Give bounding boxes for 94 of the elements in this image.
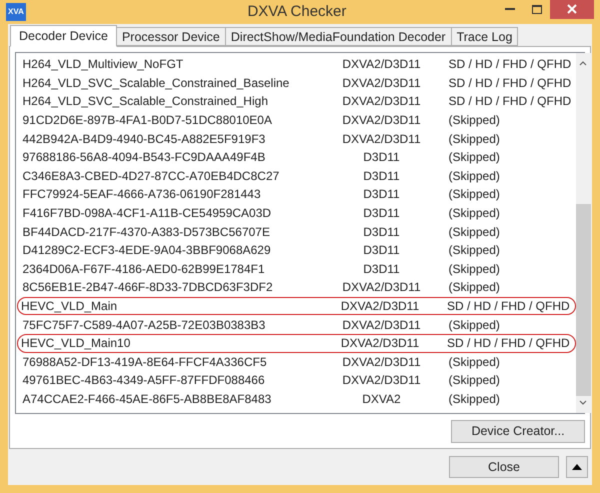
device-name: HEVC_VLD_Main10 — [21, 335, 132, 352]
api-cell-text: D3D11 — [362, 224, 401, 241]
list-row[interactable]: 75FC75F7-C589-4A07-A25B-72E03B0383B3 DXVA2/D3D11 (Skipped) — [17, 315, 576, 334]
list-row[interactable]: H264_VLD_Multiview_NoFGT DXVA2/D3D11 SD / HD / FHD / QFHD — [17, 55, 576, 74]
api-cell-text: DXVA2/D3D11 — [341, 56, 422, 74]
list-row[interactable]: A74CCAE2-F466-45AE-86F5-AB8BE8AF8483 DXVA2 (Skipped) — [17, 390, 576, 408]
resolution-cell-text: (Skipped) — [448, 168, 501, 185]
api-cell-text: DXVA2/D3D11 — [341, 130, 422, 148]
tab[interactable]: Processor Device — [116, 27, 226, 46]
list-row[interactable]: 8C56EB1E-2B47-466F-8D33-7DBCD63F3DF2 DXVA2/D3D11 (Skipped) — [17, 278, 576, 297]
resolution-cell-text: (Skipped) — [448, 242, 501, 260]
api-cell-text: D3D11 — [362, 186, 401, 204]
device-name: 8C56EB1E-2B47-466F-8D33-7DBCD63F3DF2 — [22, 279, 274, 296]
device-name: F416F7BD-098A-4CF1-A11B-CE54959CA03D — [22, 205, 272, 222]
resolution-cell-text: (Skipped) — [448, 186, 501, 204]
list-row[interactable]: BF44DACD-217F-4370-A383-D573BC56707E D3D11 (Skipped) — [17, 222, 576, 241]
tab[interactable]: Decoder Device — [10, 25, 117, 47]
list-row[interactable]: 442B942A-B4D9-4940-BC45-A882E5F919F3 DXVA2/D3D11 (Skipped) — [17, 129, 576, 148]
device-name: HEVC_VLD_Main — [21, 298, 118, 316]
resolution-cell-text: (Skipped) — [448, 149, 501, 166]
resolution-cell-text: (Skipped) — [448, 390, 501, 408]
api-cell-text: DXVA2/D3D11 — [341, 354, 422, 371]
resolution-cell-text: SD / HD / FHD / QFHD — [447, 335, 571, 352]
highlighted-list-row[interactable]: HEVC_VLD_Main DXVA2/D3D11 SD / HD / FHD / QFHD — [17, 296, 576, 316]
api-cell-text: D3D11 — [362, 242, 401, 260]
resolution-cell-text: (Skipped) — [448, 354, 501, 371]
resolution-cell-text: (Skipped) — [448, 260, 501, 278]
list-row[interactable]: 49761BEC-4B63-4349-A5FF-87FFDF088466 DXVA2/D3D11 (Skipped) — [17, 371, 576, 390]
tab[interactable]: Trace Log — [450, 27, 518, 46]
device-name: A74CCAE2-F466-45AE-86F5-AB8BE8AF8483 — [22, 390, 272, 408]
device-name: H264_VLD_SVC_Scalable_Constrained_High — [22, 93, 269, 110]
resolution-cell-text: (Skipped) — [448, 130, 501, 148]
scroll-thumb[interactable] — [576, 204, 590, 396]
minimize-icon — [505, 8, 515, 10]
device-name: 442B942A-B4D9-4940-BC45-A882E5F919F3 — [22, 130, 266, 148]
api-cell-text: DXVA2/D3D11 — [341, 93, 422, 110]
list-row[interactable]: C346E8A3-CBED-4D27-87CC-A70EB4DC8C27 D3D11 (Skipped) — [17, 166, 576, 186]
api-cell-text: DXVA2/D3D11 — [340, 298, 420, 316]
scrollbar[interactable] — [576, 53, 590, 413]
api-cell-text: DXVA2/D3D11 — [341, 372, 422, 390]
api-cell-text: DXVA2/D3D11 — [341, 316, 422, 334]
api-cell-text: DXVA2 — [361, 390, 402, 408]
list-row[interactable]: D41289C2-ECF3-4EDE-9A04-3BBF9068A629 D3D11 (Skipped) — [17, 240, 576, 260]
close-icon — [567, 4, 577, 14]
api-cell-text: DXVA2/D3D11 — [341, 112, 422, 130]
device-name: C346E8A3-CBED-4D27-87CC-A70EB4DC8C27 — [22, 168, 280, 185]
resolution-cell-text: SD / HD / FHD / QFHD — [447, 298, 571, 316]
highlighted-list-row[interactable]: HEVC_VLD_Main10 DXVA2/D3D11 SD / HD / FHD / QFHD — [17, 334, 576, 352]
tab[interactable]: DirectShow/MediaFoundation Decoder — [224, 27, 452, 46]
maximize-icon — [532, 4, 542, 14]
resolution-cell-text: SD / HD / FHD / QFHD — [448, 56, 572, 74]
device-name: 49761BEC-4B63-4349-A5FF-87FFDF088466 — [22, 372, 266, 390]
device-name: H264_VLD_Multiview_NoFGT — [22, 56, 184, 74]
resolution-cell-text: (Skipped) — [448, 279, 501, 296]
triangle-up-icon — [572, 464, 582, 470]
app-logo: XVA — [6, 3, 26, 21]
resolution-cell-text: (Skipped) — [448, 372, 501, 390]
api-cell-text: DXVA2/D3D11 — [341, 279, 422, 296]
device-name: FFC79924-5EAF-4666-A736-06190F281443 — [22, 186, 262, 204]
list-row[interactable]: H264_VLD_SVC_Scalable_Constrained_Baseline DXVA2/D3D11 SD / HD / FHD / QFHD — [17, 74, 576, 92]
close-button[interactable]: Close — [449, 456, 559, 478]
device-name: D41289C2-ECF3-4EDE-9A04-3BBF9068A629 — [22, 242, 272, 260]
scroll-up-icon — [579, 61, 587, 66]
device-name: 76988A52-DF13-419A-8E64-FFCF4A336CF5 — [22, 354, 268, 371]
api-cell-text: D3D11 — [362, 205, 401, 222]
resolution-cell-text: (Skipped) — [448, 224, 501, 241]
list-row[interactable]: 97688186-56A8-4094-B543-FC9DAAA49F4B D3D11 (Skipped) — [17, 148, 576, 167]
list-row[interactable]: H264_VLD_SVC_Scalable_Constrained_High DXVA2/D3D11 SD / HD / FHD / QFHD — [17, 92, 576, 111]
resolution-cell-text: (Skipped) — [448, 316, 501, 334]
api-cell-text: D3D11 — [362, 149, 401, 166]
list-row[interactable]: 2364D06A-F67F-4186-AED0-62B99E1784F1 D3D11 (Skipped) — [17, 260, 576, 278]
device-name: 2364D06A-F67F-4186-AED0-62B99E1784F1 — [22, 260, 266, 278]
list-row[interactable]: 76988A52-DF13-419A-8E64-FFCF4A336CF5 DXVA2/D3D11 (Skipped) — [17, 352, 576, 372]
device-name: 97688186-56A8-4094-B543-FC9DAAA49F4B — [22, 149, 266, 166]
device-creator-button[interactable]: Device Creator... — [451, 420, 585, 443]
list-row[interactable]: FFC79924-5EAF-4666-A736-06190F281443 D3D11 (Skipped) — [17, 185, 576, 204]
expand-button[interactable] — [566, 456, 588, 478]
api-cell-text: D3D11 — [362, 260, 401, 278]
list-row[interactable]: F416F7BD-098A-4CF1-A11B-CE54959CA03D D3D11 (Skipped) — [17, 204, 576, 222]
api-cell-text: DXVA2/D3D11 — [341, 74, 422, 92]
device-name: 75FC75F7-C589-4A07-A25B-72E03B0383B3 — [22, 316, 266, 334]
api-cell-text: D3D11 — [362, 168, 401, 185]
device-name: 91CD2D6E-897B-4FA1-B0D7-51DC88010E0A — [22, 112, 273, 130]
scroll-down-icon — [579, 400, 587, 405]
window-title: DXVA Checker — [247, 2, 346, 22]
close-window-button[interactable] — [550, 0, 594, 19]
device-name: BF44DACD-217F-4370-A383-D573BC56707E — [22, 224, 271, 241]
resolution-cell-text: (Skipped) — [448, 205, 501, 222]
device-name: H264_VLD_SVC_Scalable_Constrained_Baseline — [22, 74, 290, 92]
resolution-cell-text: SD / HD / FHD / QFHD — [448, 74, 572, 92]
list-row[interactable]: 91CD2D6E-897B-4FA1-B0D7-51DC88010E0A DXVA2/D3D11 (Skipped) — [17, 110, 576, 130]
resolution-cell-text: SD / HD / FHD / QFHD — [448, 93, 572, 110]
resolution-cell-text: (Skipped) — [448, 112, 501, 130]
api-cell-text: DXVA2/D3D11 — [340, 335, 420, 352]
